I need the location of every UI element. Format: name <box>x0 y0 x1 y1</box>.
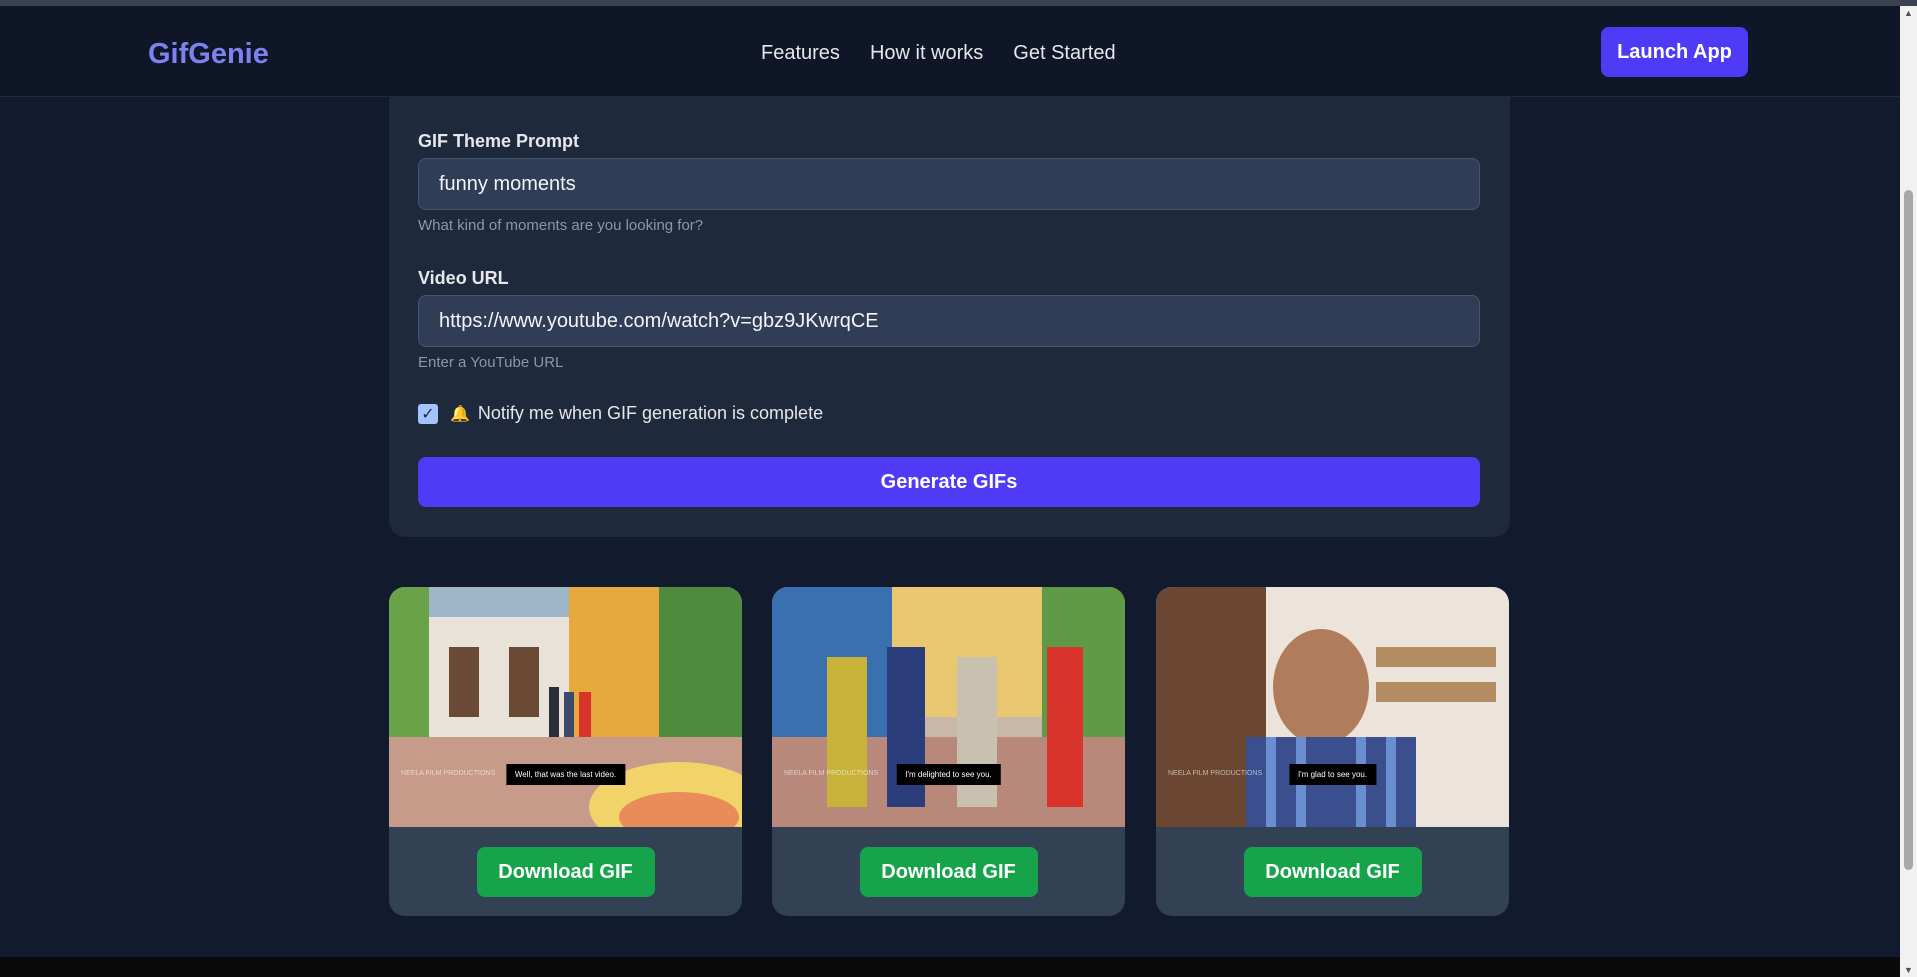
gif-watermark: NEELA FILM PRODUCTIONS <box>784 770 879 777</box>
video-url-input[interactable] <box>418 295 1480 347</box>
gif-caption: I'm glad to see you. <box>1288 764 1377 785</box>
gif-preview-image: I'm delighted to see you. NEELA FILM PRO… <box>772 587 1125 827</box>
notify-checkbox[interactable]: ✓ <box>418 403 438 424</box>
gif-preview-image: Well, that was the last video. NEELA FIL… <box>389 587 742 827</box>
theme-prompt-label: GIF Theme Prompt <box>418 131 580 151</box>
theme-prompt-hint: What kind of moments are you looking for… <box>418 217 704 234</box>
scroll-down-arrow-icon[interactable]: ▼ <box>1904 965 1913 975</box>
gif-caption: Well, that was the last video. <box>505 764 626 785</box>
notify-label: Notify me when GIF generation is complet… <box>477 403 824 423</box>
gif-preview-image: I'm glad to see you. NEELA FILM PRODUCTI… <box>1156 587 1509 827</box>
nav-links: Features How it works Get Started <box>761 42 1116 65</box>
nav-link-how-it-works[interactable]: How it works <box>870 42 983 65</box>
download-gif-button[interactable]: Download GIF <box>859 847 1038 897</box>
gif-card: Well, that was the last video. NEELA FIL… <box>389 587 742 916</box>
gif-generation-form: GIF Theme Prompt What kind of moments ar… <box>389 97 1510 537</box>
scrollbar-thumb[interactable] <box>1904 190 1913 870</box>
footer-edge <box>0 957 1900 977</box>
download-gif-button[interactable]: Download GIF <box>1243 847 1422 897</box>
gif-watermark: NEELA FILM PRODUCTIONS <box>401 770 496 777</box>
download-gif-button[interactable]: Download GIF <box>476 847 655 897</box>
brand-logo[interactable]: GifGenie <box>148 38 269 71</box>
bell-icon: 🔔 <box>450 405 470 423</box>
video-url-label: Video URL <box>418 268 509 288</box>
gif-watermark: NEELA FILM PRODUCTIONS <box>1168 770 1263 777</box>
launch-app-button[interactable]: Launch App <box>1601 27 1748 77</box>
scroll-up-arrow-icon[interactable]: ▲ <box>1904 8 1913 18</box>
nav-link-features[interactable]: Features <box>761 42 840 65</box>
gif-caption: I'm delighted to see you. <box>896 764 1001 785</box>
nav-link-get-started[interactable]: Get Started <box>1013 42 1115 65</box>
notify-option: ✓ 🔔 Notify me when GIF generation is com… <box>418 403 823 424</box>
gif-card: I'm glad to see you. NEELA FILM PRODUCTI… <box>1156 587 1509 916</box>
generate-gifs-button[interactable]: Generate GIFs <box>418 457 1480 507</box>
gif-card: I'm delighted to see you. NEELA FILM PRO… <box>772 587 1125 916</box>
theme-prompt-input[interactable] <box>418 158 1480 210</box>
vertical-scrollbar[interactable]: ▲ ▼ <box>1900 6 1917 977</box>
navbar: GifGenie Features How it works Get Start… <box>0 6 1900 97</box>
video-url-hint: Enter a YouTube URL <box>418 354 564 371</box>
